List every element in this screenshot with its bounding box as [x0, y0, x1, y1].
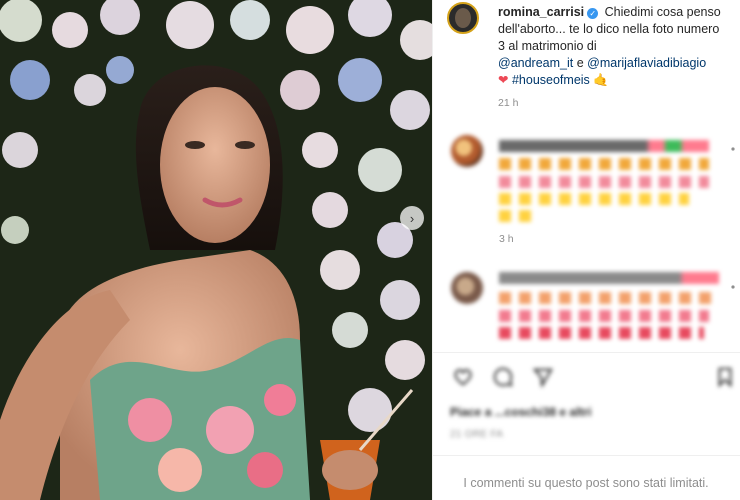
author-username[interactable]: romina_carrisi: [498, 5, 584, 19]
post-photo[interactable]: ›: [0, 0, 432, 500]
comment-avatar[interactable]: [451, 272, 483, 304]
divider: [432, 455, 740, 456]
comment-emoji-row: [499, 158, 709, 170]
comment-emoji-row: [499, 193, 689, 205]
comment-emoji-row: [499, 310, 709, 322]
comment-timestamp[interactable]: 3 h: [499, 233, 514, 245]
carousel-next-button[interactable]: ›: [400, 206, 424, 230]
heart-emoji: ❤: [498, 73, 509, 87]
divider: [432, 352, 740, 353]
comment-text-blurred: [499, 140, 709, 152]
comment-icon[interactable]: [492, 366, 514, 388]
caption-and: e: [576, 56, 584, 70]
likes-summary[interactable]: Piace a ...coschi38 e altri: [450, 405, 591, 419]
post-actions-bar: [452, 366, 734, 388]
author-avatar[interactable]: [447, 2, 479, 34]
heart-icon[interactable]: [452, 366, 474, 388]
post-date[interactable]: 21 ORE FA: [450, 429, 503, 440]
mention-link-2[interactable]: @marijaflaviadibiagio: [587, 56, 706, 70]
mention-link-1[interactable]: @andream_it: [498, 56, 573, 70]
caption-timestamp[interactable]: 21 h: [498, 97, 518, 109]
comment-emoji-row: [499, 327, 704, 339]
comments-limited-notice: I commenti su questo post sono stati lim…: [463, 476, 709, 490]
comment-like-icon[interactable]: [731, 282, 735, 292]
bookmark-icon[interactable]: [714, 366, 736, 388]
post-image: [0, 0, 432, 500]
share-icon[interactable]: [532, 366, 554, 388]
comment-avatar[interactable]: [451, 135, 483, 167]
comment-text-blurred: [499, 272, 719, 284]
verified-badge-icon: ✓: [587, 8, 599, 19]
hashtag-link[interactable]: #houseofmeis: [512, 73, 590, 87]
post-caption: romina_carrisi ✓ Chiedimi cosa penso dell…: [498, 4, 728, 89]
comment-like-icon[interactable]: [731, 144, 735, 154]
chevron-right-icon: ›: [409, 210, 415, 226]
comment-emoji-row: [499, 292, 719, 304]
comment-emoji-row: [499, 210, 535, 222]
comment-emoji-row: [499, 176, 709, 188]
wave-emoji: 🤙: [593, 73, 609, 87]
